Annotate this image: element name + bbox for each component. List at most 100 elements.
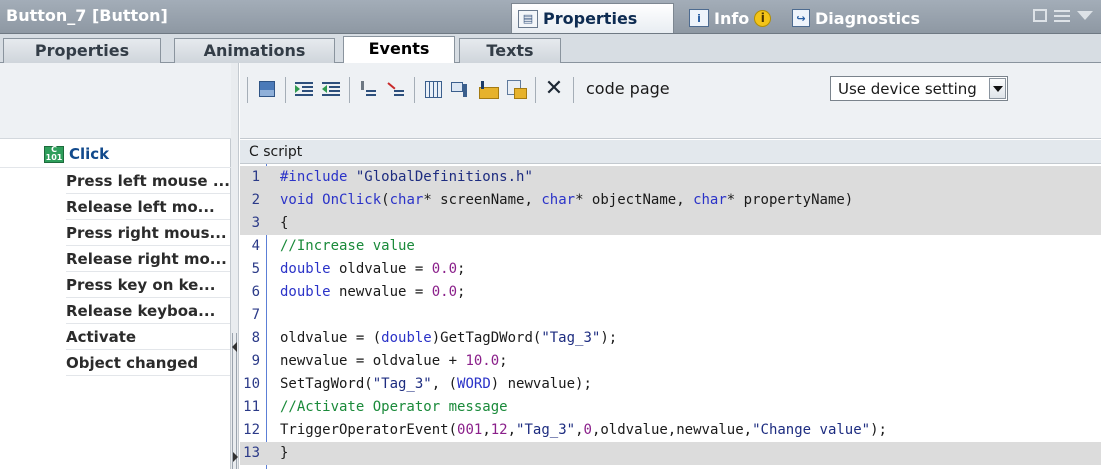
dropdown-button[interactable] (989, 78, 1006, 99)
code-line[interactable]: 11 //Activate Operator message (240, 396, 1101, 419)
line-number: 13 (243, 445, 260, 461)
toolbar-separator (414, 77, 415, 103)
diagnostics-icon: ↪ (792, 9, 810, 27)
event-item[interactable]: Activate (66, 324, 230, 350)
line-number: 4 (251, 238, 260, 254)
properties-icon: ▤ (518, 9, 538, 28)
pane-splitter[interactable] (231, 63, 239, 469)
tab-events[interactable]: Events (343, 36, 455, 64)
comment-icon (360, 81, 376, 97)
code-text: SetTagWord("Tag_3", (WORD) newvalue); (280, 376, 592, 392)
code-text: double newvalue = 0.0; (280, 284, 466, 300)
folder-list-icon (507, 80, 527, 99)
event-item-click[interactable]: C 101 Click (44, 145, 109, 163)
code-line[interactable]: 5 double oldvalue = 0.0; (240, 258, 1101, 281)
code-text: #include "GlobalDefinitions.h" (280, 169, 533, 185)
minimize-icon[interactable] (1054, 9, 1070, 22)
line-number: 7 (251, 307, 260, 323)
tab-texts[interactable]: Texts (459, 38, 561, 63)
event-item[interactable]: Release left mo... (66, 194, 230, 220)
code-text: } (280, 445, 289, 461)
folder-list-button[interactable] (506, 78, 528, 100)
save-icon (259, 81, 275, 97)
code-text: void OnClick(char* screenName, char* obj… (280, 192, 854, 208)
tag-list-button[interactable] (450, 78, 472, 100)
code-text: double oldvalue = 0.0; (280, 261, 466, 277)
info-icon: i (689, 9, 709, 27)
chevron-down-icon (992, 85, 1003, 92)
event-item[interactable]: Press left mouse ... (66, 168, 230, 194)
tab-diagnostics[interactable]: ↪ Diagnostics (786, 3, 930, 33)
code-editor[interactable]: 1 #include "GlobalDefinitions.h" 2 void OnC… (240, 164, 1101, 469)
indent-icon (295, 82, 313, 96)
subtab-bar: Properties Animations Events Texts (0, 34, 1101, 64)
code-line[interactable]: 6 double newvalue = 0.0; (240, 281, 1101, 304)
event-list: C 101 Click Press left mouse ... Release … (0, 63, 231, 469)
code-text: { (280, 215, 289, 231)
line-number: 3 (251, 215, 260, 231)
outdent-button[interactable] (320, 78, 342, 100)
tab-properties[interactable]: ▤ Properties (511, 3, 674, 33)
event-list-header (0, 63, 231, 139)
outdent-icon (322, 82, 340, 96)
event-item[interactable]: Object changed (66, 350, 230, 376)
code-line[interactable]: 3{ (240, 212, 1101, 235)
code-text: oldvalue = (double)GetTagDWord("Tag_3"); (280, 330, 618, 346)
code-line[interactable]: 1 #include "GlobalDefinitions.h" (240, 166, 1101, 189)
code-text: //Increase value (280, 238, 415, 254)
event-item[interactable]: Press key on ke... (66, 272, 230, 298)
delete-button[interactable]: ✕ (543, 78, 565, 100)
code-line[interactable]: 4 //Increase value (240, 235, 1101, 258)
grid-button[interactable] (422, 78, 444, 100)
tab-animations[interactable]: Animations (174, 38, 335, 63)
tab-properties-sub[interactable]: Properties (3, 38, 161, 63)
title-bar: Button_7 [Button] ▤ Properties i Info i … (0, 0, 1101, 34)
code-line[interactable]: 10 SetTagWord("Tag_3", (WORD) newvalue); (240, 373, 1101, 396)
code-text: TriggerOperatorEvent(001,12,"Tag_3",0,ol… (280, 422, 887, 438)
tab-diagnostics-label: Diagnostics (815, 8, 921, 28)
tab-properties-label: Properties (543, 9, 638, 28)
tab-info[interactable]: i Info i (683, 3, 781, 33)
code-line[interactable]: 9 newvalue = oldvalue + 10.0; (240, 350, 1101, 373)
tag-list-icon (451, 81, 471, 98)
code-line[interactable]: 2 void OnClick(char* screenName, char* ob… (240, 189, 1101, 212)
line-number: 10 (243, 376, 260, 392)
c-script-icon: C 101 (44, 145, 64, 163)
folder-icon (479, 81, 499, 99)
code-line[interactable]: 12 TriggerOperatorEvent(001,12,"Tag_3",0,… (240, 419, 1101, 442)
event-item[interactable]: Release keyboa... (66, 298, 230, 324)
toolbar-separator (573, 77, 574, 103)
event-item[interactable]: Release right mo... (66, 246, 230, 272)
splitter-grip[interactable] (232, 333, 237, 469)
code-line[interactable]: 13} (240, 442, 1101, 465)
code-text: newvalue = oldvalue + 10.0; (280, 353, 508, 369)
chevron-down-icon[interactable] (1077, 11, 1093, 20)
code-page-dropdown[interactable]: Use device setting (830, 76, 1008, 101)
line-number: 1 (251, 169, 260, 185)
line-number: 6 (251, 284, 260, 300)
folder-button[interactable] (478, 78, 500, 100)
delete-icon: ✕ (544, 76, 564, 101)
save-button[interactable] (256, 78, 278, 100)
indent-button[interactable] (293, 78, 315, 100)
code-line[interactable]: 8 oldvalue = (double)GetTagDWord("Tag_3")… (240, 327, 1101, 350)
collapse-left-icon[interactable] (232, 342, 237, 352)
code-text: //Activate Operator message (280, 399, 508, 415)
code-line[interactable]: 7 (240, 304, 1101, 327)
window-controls (1033, 9, 1093, 22)
toolbar-separator (349, 77, 350, 103)
event-item[interactable]: Press right mous... (66, 220, 230, 246)
editor-toolbar: ✕ code page Use device setting (240, 63, 1101, 139)
line-number: 9 (251, 353, 260, 369)
comment-button[interactable] (357, 78, 379, 100)
toolbar-separator (285, 77, 286, 103)
uncomment-icon (388, 81, 404, 97)
expand-right-icon[interactable] (233, 452, 238, 462)
code-page-value: Use device setting (838, 79, 977, 98)
toolbar-separator (535, 77, 536, 103)
editor-header: C script (240, 140, 1101, 164)
uncomment-button[interactable] (385, 78, 407, 100)
restore-icon[interactable] (1033, 9, 1047, 22)
toolbar-separator (247, 77, 248, 103)
code-page-label: code page (586, 79, 670, 98)
